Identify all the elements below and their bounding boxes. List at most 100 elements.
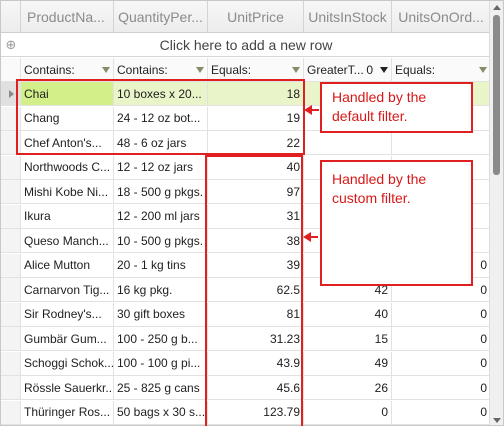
cell-unit-price[interactable]: 62.5	[208, 278, 304, 302]
cell-product-name[interactable]: Schoggi Schok...	[21, 351, 114, 376]
row-indicator	[1, 82, 21, 106]
filter-row: Contains: Contains: Equals: GreaterT... …	[1, 58, 491, 82]
filter-cell-product-name[interactable]: Contains:	[21, 58, 114, 82]
cell-quantity-per-unit[interactable]: 100 - 250 g b...	[114, 327, 208, 351]
row-indicator	[1, 278, 21, 302]
cell-quantity-per-unit[interactable]: 18 - 500 g pkgs.	[114, 180, 208, 204]
filter-cell-quantity[interactable]: Contains:	[114, 58, 208, 82]
cell-product-name[interactable]: Chang	[21, 106, 114, 131]
row-indicator	[1, 106, 21, 131]
row-indicator	[1, 400, 21, 425]
table-row[interactable]: Chef Anton's... 48 - 6 oz jars 22	[1, 131, 491, 155]
cell-unit-price[interactable]: 19	[208, 106, 304, 131]
cell-product-name[interactable]: Chef Anton's...	[21, 131, 114, 155]
cell-product-name[interactable]: Thüringer Ros...	[21, 400, 114, 425]
scroll-down-arrow-icon[interactable]	[493, 418, 501, 423]
filter-cell-unit-price[interactable]: Equals:	[208, 58, 304, 82]
add-new-row[interactable]: ⊕ Click here to add a new row	[1, 33, 491, 57]
filter-funnel-icon[interactable]	[102, 66, 110, 73]
custom-callout-arrowhead	[303, 232, 311, 242]
filter-funnel-icon[interactable]	[292, 66, 300, 73]
row-indicator	[1, 131, 21, 155]
table-row[interactable]: Thüringer Ros... 50 bags x 30 s... 123.79 0…	[1, 400, 491, 425]
cell-unit-price[interactable]: 97	[208, 180, 304, 204]
current-row-arrow-icon	[9, 89, 14, 98]
cell-product-name[interactable]: Queso Manch...	[21, 229, 114, 253]
default-filter-callout: Handled by the default filter.	[320, 82, 473, 133]
header-units-in-stock[interactable]: UnitsInStock	[304, 1, 392, 33]
cell-product-name[interactable]: Ikura	[21, 204, 114, 229]
cell-unit-price[interactable]: 39	[208, 253, 304, 278]
cell-units-on-order[interactable]	[392, 131, 491, 155]
cell-quantity-per-unit[interactable]: 10 boxes x 20...	[114, 82, 208, 106]
cell-units-in-stock[interactable]: 26	[304, 376, 392, 400]
cell-product-name[interactable]: Gumbär Gum...	[21, 327, 114, 351]
filter-funnel-icon[interactable]	[196, 66, 204, 73]
cell-units-in-stock[interactable]: 0	[304, 400, 392, 425]
cell-quantity-per-unit[interactable]: 20 - 1 kg tins	[114, 253, 208, 278]
cell-units-on-order[interactable]: 0	[392, 400, 491, 425]
cell-units-in-stock[interactable]	[304, 131, 392, 155]
cell-unit-price[interactable]: 123.79	[208, 400, 304, 425]
cell-units-on-order[interactable]: 0	[392, 351, 491, 376]
cell-units-in-stock[interactable]: 49	[304, 351, 392, 376]
table-row[interactable]: Rössle Sauerkr... 25 - 825 g cans 45.6 26 0	[1, 376, 491, 400]
cell-quantity-per-unit[interactable]: 30 gift boxes	[114, 302, 208, 327]
filter-operator-label: Contains:	[24, 62, 75, 77]
cell-unit-price[interactable]: 43.9	[208, 351, 304, 376]
cell-product-name[interactable]: Rössle Sauerkr...	[21, 376, 114, 400]
header-quantity-per-unit[interactable]: QuantityPer...	[114, 1, 208, 33]
add-row-plus-icon: ⊕	[5, 36, 17, 52]
filter-value: 0	[366, 62, 373, 77]
cell-units-in-stock[interactable]: 40	[304, 302, 392, 327]
cell-quantity-per-unit[interactable]: 48 - 6 oz jars	[114, 131, 208, 155]
cell-unit-price[interactable]: 31	[208, 204, 304, 229]
filter-funnel-icon[interactable]	[479, 66, 487, 73]
cell-product-name[interactable]: Chai	[21, 82, 114, 106]
cell-units-in-stock[interactable]: 15	[304, 327, 392, 351]
cell-unit-price[interactable]: 45.6	[208, 376, 304, 400]
cell-quantity-per-unit[interactable]: 24 - 12 oz bot...	[114, 106, 208, 131]
row-indicator	[1, 155, 21, 180]
header-unit-price[interactable]: UnitPrice	[208, 1, 304, 33]
row-indicator	[1, 229, 21, 253]
cell-product-name[interactable]: Alice Mutton	[21, 253, 114, 278]
filter-funnel-icon[interactable]	[380, 66, 388, 73]
header-units-on-order[interactable]: UnitsOnOrd...	[392, 1, 491, 33]
header-product-name[interactable]: ProductNa...	[21, 1, 114, 33]
add-row-label: Click here to add a new row	[159, 36, 333, 53]
cell-units-on-order[interactable]: 0	[392, 376, 491, 400]
cell-unit-price[interactable]: 31.23	[208, 327, 304, 351]
scrollbar-thumb[interactable]	[493, 15, 500, 175]
cell-quantity-per-unit[interactable]: 10 - 500 g pkgs.	[114, 229, 208, 253]
filter-operator-label: Equals:	[395, 62, 436, 77]
cell-units-on-order[interactable]: 0	[392, 302, 491, 327]
scroll-up-arrow-icon[interactable]	[493, 5, 501, 10]
cell-product-name[interactable]: Mishi Kobe Ni...	[21, 180, 114, 204]
cell-unit-price[interactable]: 18	[208, 82, 304, 106]
filter-cell-units-in-stock[interactable]: GreaterT... 0	[304, 58, 392, 82]
cell-quantity-per-unit[interactable]: 50 bags x 30 s...	[114, 400, 208, 425]
table-row[interactable]: Gumbär Gum... 100 - 250 g b... 31.23 15 0	[1, 327, 491, 351]
cell-unit-price[interactable]: 22	[208, 131, 304, 155]
filter-row-indicator	[1, 58, 21, 82]
cell-product-name[interactable]: Carnarvon Tig...	[21, 278, 114, 302]
cell-quantity-per-unit[interactable]: 12 - 200 ml jars	[114, 204, 208, 229]
vertical-scrollbar[interactable]	[489, 1, 503, 425]
header-corner	[1, 1, 21, 33]
row-indicator	[1, 327, 21, 351]
cell-quantity-per-unit[interactable]: 100 - 100 g pi...	[114, 351, 208, 376]
cell-unit-price[interactable]: 81	[208, 302, 304, 327]
cell-product-name[interactable]: Northwoods C...	[21, 155, 114, 180]
filter-cell-units-on-order[interactable]: Equals:	[392, 58, 491, 82]
table-row[interactable]: Schoggi Schok... 100 - 100 g pi... 43.9 49 0	[1, 351, 491, 376]
cell-quantity-per-unit[interactable]: 12 - 12 oz jars	[114, 155, 208, 180]
cell-quantity-per-unit[interactable]: 16 kg pkg.	[114, 278, 208, 302]
cell-units-on-order[interactable]: 0	[392, 327, 491, 351]
cell-product-name[interactable]: Sir Rodney's...	[21, 302, 114, 327]
cell-unit-price[interactable]: 40	[208, 155, 304, 180]
row-indicator	[1, 204, 21, 229]
cell-unit-price[interactable]: 38	[208, 229, 304, 253]
table-row[interactable]: Sir Rodney's... 30 gift boxes 81 40 0	[1, 302, 491, 327]
cell-quantity-per-unit[interactable]: 25 - 825 g cans	[114, 376, 208, 400]
